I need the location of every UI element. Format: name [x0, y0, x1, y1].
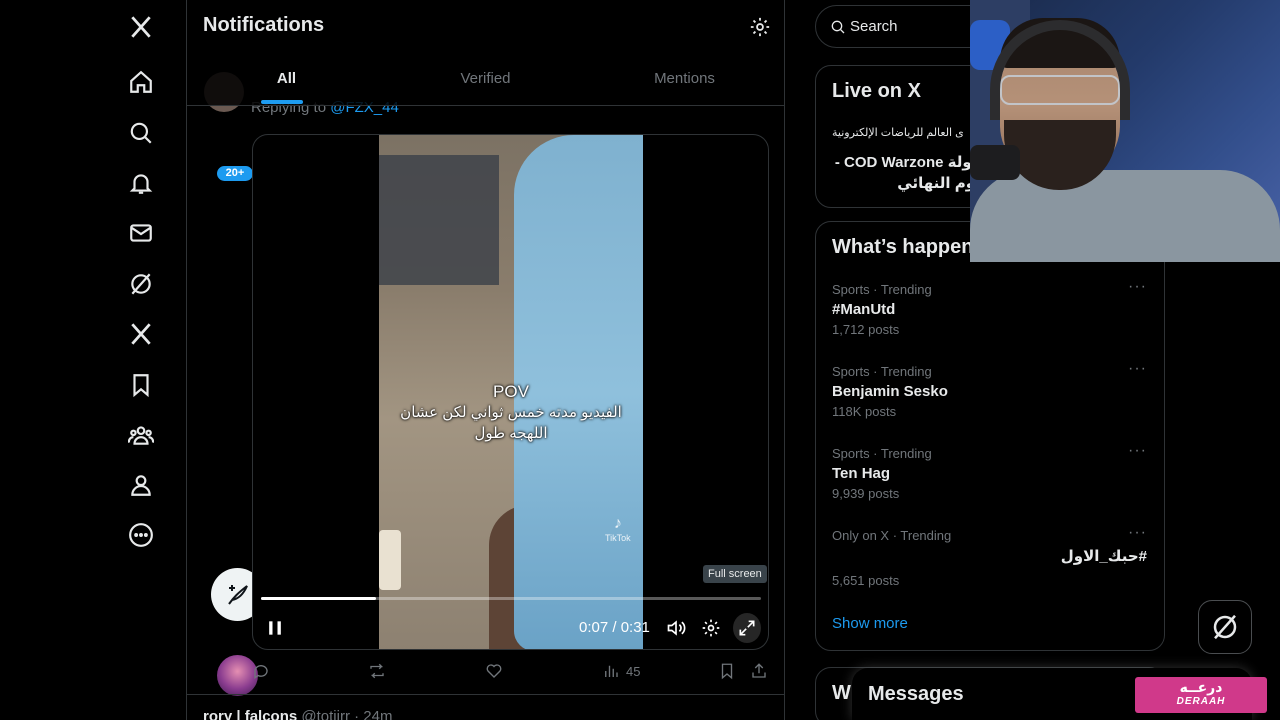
video-time: 0:07 / 0:31	[579, 619, 650, 636]
grok-floating-button[interactable]	[1198, 600, 1252, 654]
trend-item[interactable]: Sports · Trending #ManUtd 1,712 posts ··…	[832, 278, 1147, 337]
whats-happening-card: What’s happening Sports · Trending #ManU…	[815, 221, 1165, 651]
video-caption-line-2: اللهجه طول	[474, 425, 548, 442]
trend-posts: 5,651 posts	[832, 573, 900, 588]
notifications-icon[interactable]	[116, 158, 166, 208]
notification-tabs: All Verified Mentions	[187, 56, 784, 106]
webcam-shirt	[970, 170, 1280, 262]
tab-mentions[interactable]: Mentions	[585, 56, 784, 106]
views-button[interactable]: 45	[602, 662, 640, 680]
deraah-logo: درعــه DERAAH	[1135, 677, 1267, 713]
next-post-age: · 24m	[354, 708, 393, 720]
video-settings-icon[interactable]	[698, 613, 724, 643]
video-caption: POV الفيديو مدته خمس ثواني لكن عشان الله…	[379, 381, 643, 444]
post-actions: 45	[252, 662, 772, 684]
search-icon[interactable]	[116, 108, 166, 158]
grok-icon	[1213, 614, 1237, 640]
video-cup	[379, 530, 401, 590]
messages-title: Messages	[868, 683, 964, 705]
profile-icon[interactable]	[116, 460, 166, 510]
grok-icon[interactable]	[116, 259, 166, 309]
pause-icon[interactable]	[263, 613, 287, 643]
like-icon[interactable]	[485, 662, 503, 680]
communities-icon[interactable]	[116, 410, 166, 460]
webcam-overlay	[970, 0, 1280, 262]
tiktok-watermark: ♪ TikTok	[605, 515, 631, 543]
trend-meta: Sports · Trending	[832, 446, 932, 461]
tiktok-note-icon: ♪	[613, 515, 622, 532]
active-tab-indicator	[261, 100, 303, 104]
repost-icon[interactable]	[368, 662, 386, 680]
trend-item[interactable]: Only on X · Trending #حبك_الاول 5,651 po…	[832, 524, 1147, 588]
messages-icon[interactable]	[116, 208, 166, 258]
more-icon[interactable]	[116, 510, 166, 560]
page-title: Notifications	[203, 14, 325, 36]
main-column: Replying to @FZX_44 Notifications All Ve…	[186, 0, 785, 720]
live-stream-title: بطولة COD Warzone - اليوم النهائي	[834, 154, 992, 192]
trend-item[interactable]: Sports · Trending Ten Hag 9,939 posts ··…	[832, 442, 1147, 501]
trend-name: Ten Hag	[832, 465, 891, 482]
x-logo-icon[interactable]	[116, 2, 166, 52]
views-count: 45	[626, 663, 641, 679]
bookmark-icon[interactable]	[718, 662, 736, 680]
next-post-header[interactable]: rory | falcons @totiirr · 24m	[203, 708, 392, 720]
fullscreen-icon[interactable]	[733, 613, 761, 643]
trend-posts: 1,712 posts	[832, 322, 900, 337]
bookmarks-icon[interactable]	[116, 360, 166, 410]
post-divider	[187, 694, 784, 695]
live-card-title: Live on X	[832, 80, 921, 102]
trend-posts: 9,939 posts	[832, 486, 900, 501]
app-root: 20+ Replying to @FZX_44 Notifications Al…	[0, 0, 1280, 720]
next-post-author: rory | falcons	[203, 708, 298, 720]
trend-name: Benjamin Sesko	[832, 383, 948, 400]
video-controls: 0:07 / 0:31	[253, 613, 768, 643]
trend-posts: 118K posts	[832, 404, 897, 419]
partial-card-title: W	[832, 682, 851, 704]
trend-meta: Only on X · Trending	[832, 528, 952, 543]
fullscreen-tooltip: Full screen	[703, 565, 767, 583]
video-background-window	[379, 155, 499, 285]
more-options-icon[interactable]: ···	[1128, 360, 1147, 378]
deraah-logo-arabic: درعــه	[1179, 679, 1223, 695]
trend-meta: Sports · Trending	[832, 364, 932, 379]
video-player[interactable]: POV الفيديو مدته خمس ثواني لكن عشان الله…	[252, 134, 769, 650]
live-host: ى العالم للرياضات الإلكترونية	[832, 127, 964, 139]
deraah-logo-latin: DERAAH	[1176, 696, 1226, 707]
views-icon	[605, 665, 618, 677]
notifications-header: Notifications All Verified Mentions	[187, 0, 784, 106]
video-caption-line-1: الفيديو مدته خمس ثواني لكن عشان	[400, 404, 622, 421]
left-nav: 20+	[96, 0, 264, 720]
next-post-handle: @totiirr	[301, 708, 350, 720]
video-progress-bar[interactable]	[261, 597, 761, 600]
show-more-link[interactable]: Show more	[832, 615, 908, 632]
tiktok-watermark-label: TikTok	[605, 533, 631, 543]
volume-icon[interactable]	[663, 613, 689, 643]
trend-name: #حبك_الاول	[1060, 548, 1147, 565]
more-options-icon[interactable]: ···	[1128, 442, 1147, 460]
search-placeholder: Search	[850, 18, 898, 35]
gear-icon[interactable]	[749, 16, 771, 38]
tab-verified[interactable]: Verified	[386, 56, 585, 106]
trend-name: #ManUtd	[832, 301, 896, 318]
video-caption-title: POV	[493, 382, 529, 401]
search-icon	[831, 20, 845, 34]
trend-item[interactable]: Sports · Trending Benjamin Sesko 118K po…	[832, 360, 1147, 419]
video-progress-fill	[261, 597, 376, 600]
webcam-microphone	[970, 145, 1020, 180]
home-icon[interactable]	[116, 57, 166, 107]
more-options-icon[interactable]: ···	[1128, 524, 1147, 542]
tab-all[interactable]: All	[187, 56, 386, 106]
share-icon[interactable]	[750, 662, 768, 680]
more-options-icon[interactable]: ···	[1128, 278, 1147, 296]
trend-meta: Sports · Trending	[832, 282, 932, 297]
reply-icon[interactable]	[252, 662, 270, 680]
x-premium-icon[interactable]	[116, 309, 166, 359]
